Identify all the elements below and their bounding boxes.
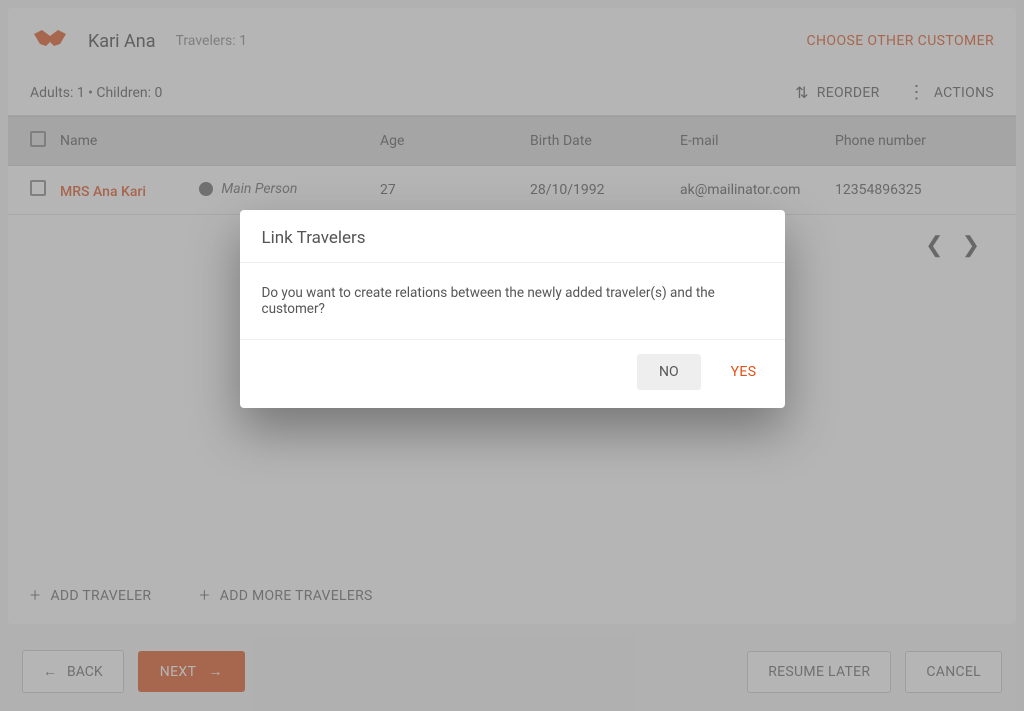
- modal-overlay[interactable]: Link Travelers Do you want to create rel…: [0, 0, 1024, 711]
- dialog-no-button[interactable]: NO: [637, 354, 701, 390]
- link-travelers-dialog: Link Travelers Do you want to create rel…: [240, 210, 785, 408]
- dialog-title: Link Travelers: [240, 210, 785, 263]
- dialog-actions: NO YES: [240, 340, 785, 408]
- dialog-body: Do you want to create relations between …: [240, 263, 785, 340]
- dialog-yes-button[interactable]: YES: [725, 354, 763, 390]
